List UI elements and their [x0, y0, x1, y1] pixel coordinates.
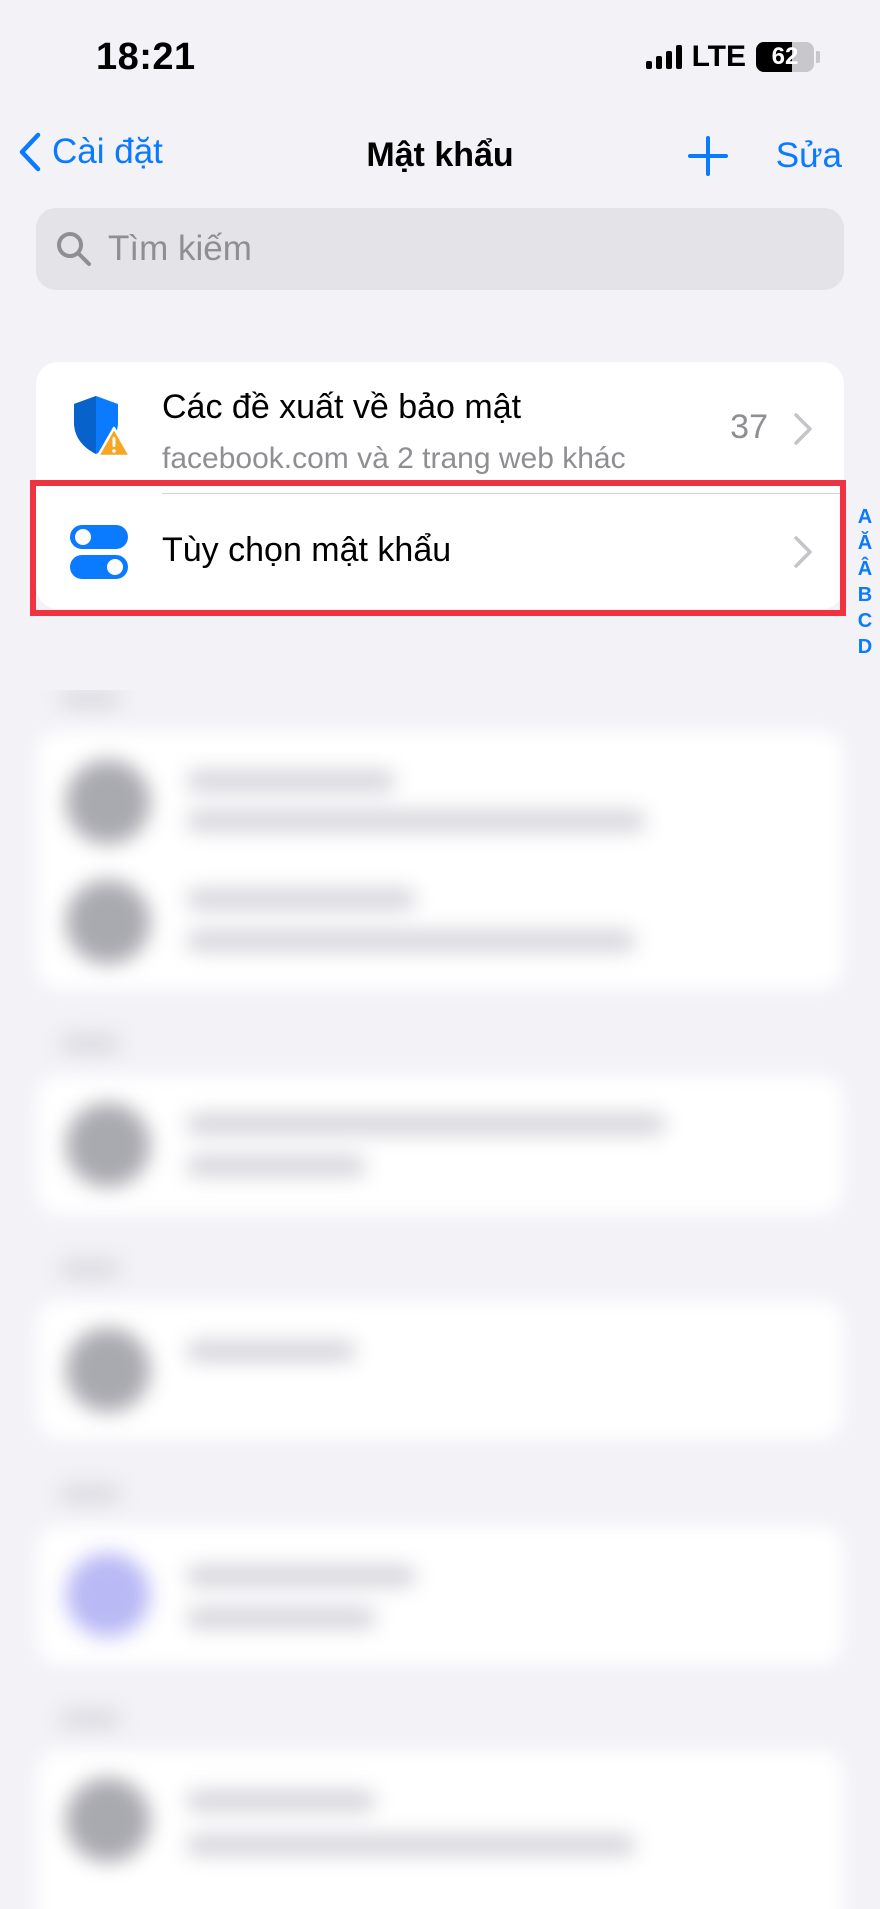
edit-button[interactable]: Sửa	[776, 136, 842, 176]
index-letter[interactable]: C	[858, 608, 872, 634]
shield-warning-icon	[74, 396, 132, 458]
security-recommendations-title: Các đề xuất về bảo mật	[162, 388, 522, 426]
blurred-password-list	[0, 690, 880, 1909]
search-icon	[57, 232, 91, 266]
battery-icon: 62	[756, 42, 814, 72]
section-index[interactable]: A Ă Â B C D	[852, 504, 878, 690]
search-input[interactable]	[106, 228, 810, 270]
recommendations-count: 37	[730, 408, 768, 446]
password-tools-group: Các đề xuất về bảo mật facebook.com và 2…	[36, 362, 844, 609]
chevron-right-icon	[794, 413, 812, 445]
password-options-row[interactable]: Tùy chọn mật khẩu	[36, 493, 844, 609]
signal-icon	[645, 45, 682, 69]
index-letter[interactable]: A	[858, 504, 872, 530]
index-letter[interactable]: Ă	[858, 530, 872, 556]
plus-icon[interactable]	[686, 134, 730, 178]
status-time: 18:21	[96, 36, 196, 78]
security-recommendations-row[interactable]: Các đề xuất về bảo mật facebook.com và 2…	[36, 362, 844, 493]
network-type: LTE	[691, 40, 746, 73]
chevron-right-icon	[794, 536, 812, 568]
index-letter[interactable]: B	[858, 582, 872, 608]
index-letter[interactable]: Â	[858, 556, 872, 582]
battery-level: 62	[771, 43, 799, 70]
status-indicators: LTE 62	[645, 40, 820, 74]
index-letter[interactable]: D	[858, 634, 872, 660]
page-title: Mật khẩu	[366, 136, 514, 174]
search-bar[interactable]	[36, 208, 844, 290]
toggle-icon	[70, 525, 128, 579]
security-recommendations-subtitle: facebook.com và 2 trang web khác	[162, 442, 626, 475]
password-options-title: Tùy chọn mật khẩu	[162, 531, 452, 569]
